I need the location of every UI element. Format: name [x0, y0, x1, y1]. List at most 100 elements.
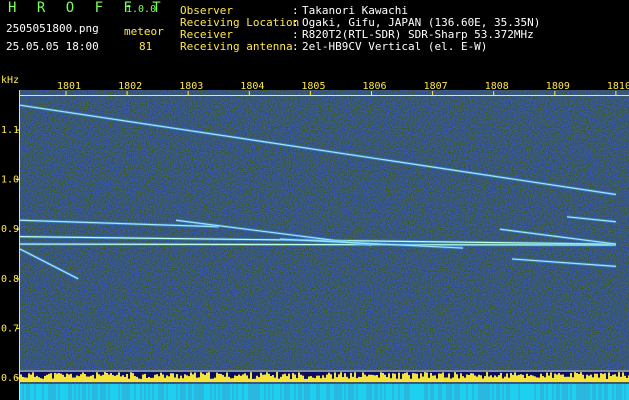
level-bar-lower [570, 384, 572, 400]
level-bar-lower [328, 384, 330, 400]
level-bar [116, 374, 118, 382]
level-bar [134, 376, 136, 382]
level-bar-lower [288, 384, 290, 400]
level-bar-lower [474, 384, 476, 400]
level-bar-lower [404, 384, 406, 400]
level-bar-lower [74, 384, 76, 400]
level-bar [350, 372, 352, 382]
level-bar-lower [20, 384, 22, 400]
level-bar-lower [246, 384, 248, 400]
level-bar [144, 373, 146, 382]
level-bar-lower [624, 384, 626, 400]
level-bar-lower [138, 384, 140, 400]
level-bar-lower [104, 384, 106, 400]
level-bar-lower [388, 384, 390, 400]
level-bar-lower [534, 384, 536, 400]
level-bar-lower [574, 384, 576, 400]
level-bar [48, 373, 50, 382]
level-bar [208, 372, 210, 382]
level-bar [272, 375, 274, 382]
level-bar [40, 378, 42, 382]
level-bar [382, 372, 384, 382]
level-bar-lower [98, 384, 100, 400]
level-bar [164, 377, 166, 382]
level-bar [554, 373, 556, 382]
level-bar [146, 377, 148, 382]
level-bar-lower [184, 384, 186, 400]
level-bar-lower [420, 384, 422, 400]
level-bar [548, 375, 550, 382]
level-bar [404, 372, 406, 382]
level-bar-lower [170, 384, 172, 400]
level-bar [238, 374, 240, 382]
level-bar [436, 378, 438, 382]
level-bar [90, 375, 92, 382]
level-bar [140, 378, 142, 382]
level-bar-lower [68, 384, 70, 400]
level-bar [20, 374, 22, 382]
level-bar-lower [118, 384, 120, 400]
level-bar-lower [438, 384, 440, 400]
level-bar-lower [396, 384, 398, 400]
level-bar [558, 373, 560, 382]
level-bar-lower [286, 384, 288, 400]
level-bar [122, 375, 124, 382]
level-bar-lower [432, 384, 434, 400]
level-bar-lower [48, 384, 50, 400]
level-bar [590, 374, 592, 382]
level-bar-lower [492, 384, 494, 400]
level-bar-lower [454, 384, 456, 400]
level-bar [484, 376, 486, 382]
level-bar-lower [562, 384, 564, 400]
station-info: Observer: Takanori Kawachi Receiving Loca… [180, 5, 540, 53]
level-bar [560, 374, 562, 382]
level-bar [324, 377, 326, 382]
level-bar [222, 375, 224, 382]
level-bar-lower [94, 384, 96, 400]
level-bar-lower [488, 384, 490, 400]
level-bar-lower [242, 384, 244, 400]
level-bar [172, 373, 174, 382]
level-bar [428, 377, 430, 382]
level-bar-lower [214, 384, 216, 400]
level-bar [42, 378, 44, 382]
level-bar-lower [538, 384, 540, 400]
level-bar [348, 378, 350, 382]
level-bar [194, 372, 196, 382]
level-bar-lower [230, 384, 232, 400]
level-bar [528, 376, 530, 382]
level-bar [180, 375, 182, 382]
level-bar [380, 372, 382, 382]
level-bar [480, 375, 482, 382]
level-bar [356, 378, 358, 382]
spectrogram-chart: 1801 1802 1803 1804 1805 1806 1807 1808 1809 1810… [1, 75, 629, 400]
level-bar-lower [468, 384, 470, 400]
level-bar [398, 372, 400, 382]
level-bar-lower [132, 384, 134, 400]
level-bar-lower [334, 384, 336, 400]
level-bar [270, 376, 272, 382]
level-bar [592, 377, 594, 382]
level-bar [106, 373, 108, 382]
level-bar [606, 378, 608, 382]
level-bar-lower [594, 384, 596, 400]
level-bar-lower [582, 384, 584, 400]
level-bar [516, 375, 518, 382]
level-bar [360, 376, 362, 382]
level-bar-lower [42, 384, 44, 400]
level-bar [152, 377, 154, 382]
level-bar [80, 374, 82, 382]
level-bar [76, 375, 78, 382]
level-bar [544, 377, 546, 382]
level-bar-lower [90, 384, 92, 400]
level-bar [520, 374, 522, 382]
level-bar [78, 376, 80, 382]
level-bar [136, 376, 138, 382]
level-bar-lower [212, 384, 214, 400]
level-bar-lower [360, 384, 362, 400]
info-value: 2el-HB9CV Vertical (el. E-W) [302, 40, 488, 53]
level-bar-lower [260, 384, 262, 400]
level-bar-lower [376, 384, 378, 400]
level-bar-lower [550, 384, 552, 400]
x-tick-label: 1805 [301, 81, 325, 92]
